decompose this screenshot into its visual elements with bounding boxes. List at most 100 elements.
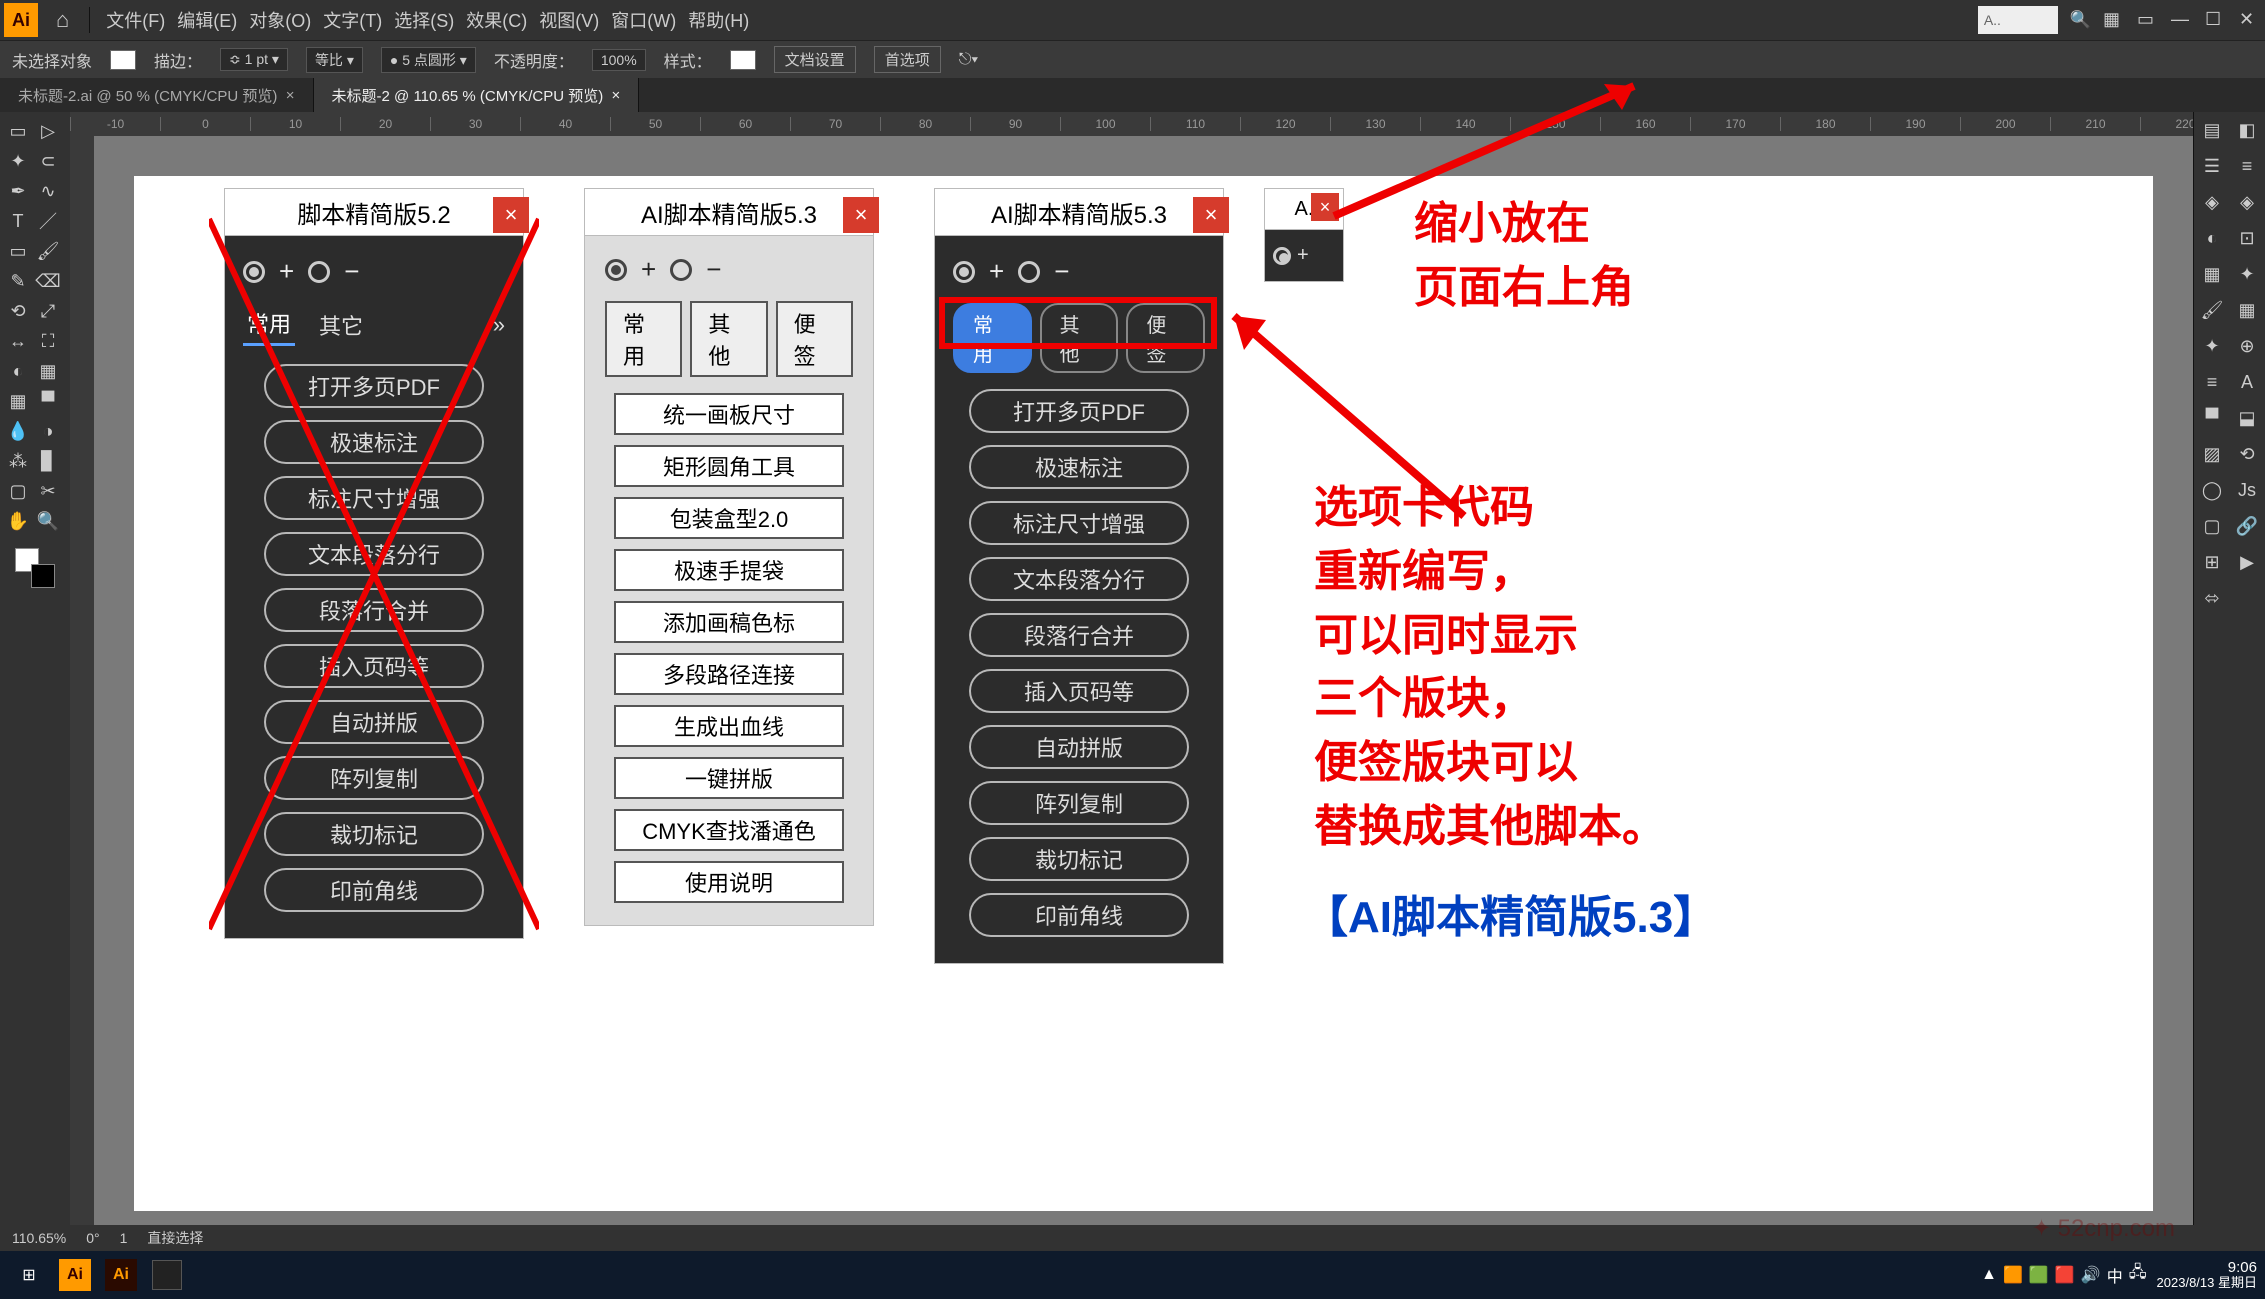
curvature-tool[interactable]: ∿ <box>33 176 63 206</box>
btn-unify-artboard[interactable]: 统一画板尺寸 <box>614 393 844 435</box>
graph-tool[interactable]: ▊ <box>33 446 63 476</box>
transparency-icon[interactable]: ▨ <box>2194 436 2230 472</box>
free-transform[interactable]: ⛶ <box>33 326 63 356</box>
close-icon[interactable]: ✕ <box>2239 9 2261 31</box>
panel53b-close[interactable]: × <box>1193 197 1229 233</box>
hand-tool[interactable]: ✋ <box>3 506 33 536</box>
artboard-tool[interactable]: ▢ <box>3 476 33 506</box>
fill-swatch[interactable] <box>110 50 136 70</box>
doc-setup-button[interactable]: 文档设置 <box>774 46 856 73</box>
menu-type[interactable]: 文字(T) <box>323 7 382 33</box>
direct-select-tool[interactable]: ▷ <box>33 116 63 146</box>
prefs-button[interactable]: 首选项 <box>874 46 941 73</box>
btn-color-bar[interactable]: 添加画稿色标 <box>614 601 844 643</box>
eyedropper-tool[interactable]: 💧 <box>3 416 33 446</box>
dock-icon-m[interactable]: ▶ <box>2229 544 2265 580</box>
radio-icon[interactable] <box>953 261 975 283</box>
btn-box-type[interactable]: 包装盒型2.0 <box>614 497 844 539</box>
dock-icon-g[interactable]: ⊕ <box>2229 328 2265 364</box>
shaper-tool[interactable]: ✎ <box>3 266 33 296</box>
gradient-tool[interactable]: ▀ <box>33 386 63 416</box>
dock-icon-b[interactable]: ≡ <box>2229 148 2265 184</box>
btn-quick-annotate[interactable]: 极速标注 <box>969 445 1189 489</box>
radio-icon[interactable] <box>1018 261 1040 283</box>
menu-window[interactable]: 窗口(W) <box>611 7 676 33</box>
home-icon[interactable]: ⌂ <box>56 7 69 33</box>
shape-builder[interactable]: ◐ <box>3 356 33 386</box>
tray-icon[interactable]: 🟥 <box>2055 1265 2075 1285</box>
search-icon[interactable]: 🔍 <box>2070 10 2091 30</box>
btn-dimension-enhance[interactable]: 标注尺寸增强 <box>969 501 1189 545</box>
scale-tool[interactable]: ⤢ <box>33 296 63 326</box>
btn-open-pdf[interactable]: 打开多页PDF <box>969 389 1189 433</box>
menu-file[interactable]: 文件(F) <box>106 7 165 33</box>
style-swatch[interactable] <box>730 50 756 70</box>
layers-icon[interactable]: ☰ <box>2194 148 2230 184</box>
tray-icon[interactable]: 🟩 <box>2029 1265 2049 1285</box>
dock-icon-j[interactable]: ⟲ <box>2229 436 2265 472</box>
btn-text-split[interactable]: 文本段落分行 <box>969 557 1189 601</box>
scale-mode[interactable]: 等比 ▾ <box>306 47 363 73</box>
dock-icon-f[interactable]: ▦ <box>2229 292 2265 328</box>
ime-indicator[interactable]: 中 <box>2107 1263 2123 1287</box>
width-tool[interactable]: ↔ <box>3 326 33 356</box>
align-icon[interactable]: ⎋▾ <box>959 51 978 69</box>
transform-panel-icon[interactable]: ⬄ <box>2194 580 2230 616</box>
slice-tool[interactable]: ✂ <box>33 476 63 506</box>
seg-other[interactable]: 其他 <box>690 301 767 377</box>
btn-path-join[interactable]: 多段路径连接 <box>614 653 844 695</box>
dock-icon-d[interactable]: ⊡ <box>2229 220 2265 256</box>
blend-tool[interactable]: ◑ <box>33 416 63 446</box>
zoom-level[interactable]: 110.65% <box>12 1230 66 1246</box>
doc-tab-1[interactable]: 未标题-2.ai @ 50 % (CMYK/CPU 预览) × <box>0 78 314 112</box>
btn-one-impose[interactable]: 一键拼版 <box>614 757 844 799</box>
dock-icon-l[interactable]: 🔗 <box>2229 508 2265 544</box>
libraries-icon[interactable]: ◈ <box>2194 184 2230 220</box>
radio-icon[interactable] <box>1273 247 1291 265</box>
canvas[interactable]: 脚本精简版5.2 × + − 常用 其它 » 打开多页PDF 极速标注 标注尺寸… <box>94 136 2193 1251</box>
selection-tool[interactable]: ▭ <box>3 116 33 146</box>
dock-icon-c[interactable]: ◈ <box>2229 184 2265 220</box>
menu-help[interactable]: 帮助(H) <box>688 7 749 33</box>
radio-icon[interactable] <box>670 259 692 281</box>
seg-note[interactable]: 便签 <box>776 301 853 377</box>
tray-icon[interactable]: 🔊 <box>2081 1265 2101 1285</box>
perspective-tool[interactable]: ▦ <box>33 356 63 386</box>
color-icon[interactable]: ◐ <box>2194 220 2230 256</box>
zoom-tool[interactable]: 🔍 <box>33 506 63 536</box>
btn-help[interactable]: 使用说明 <box>614 861 844 903</box>
stroke-panel-icon[interactable]: ≡ <box>2194 364 2230 400</box>
eraser-tool[interactable]: ⌫ <box>33 266 63 296</box>
brush-preset[interactable]: ● 5 点圆形 ▾ <box>381 47 476 73</box>
menu-select[interactable]: 选择(S) <box>394 7 454 33</box>
tray-icons[interactable]: ▲ 🟧 🟩 🟥 🔊 中 🖧 <box>1981 1261 2146 1288</box>
doc-tab-2[interactable]: 未标题-2 @ 110.65 % (CMYK/CPU 预览) × <box>314 78 640 112</box>
align-panel-icon[interactable]: ⊞ <box>2194 544 2230 580</box>
arrange-icon[interactable]: ▦ <box>2103 9 2125 31</box>
appearance-icon[interactable]: ◯ <box>2194 472 2230 508</box>
clock-time[interactable]: 9:06 <box>2157 1260 2257 1277</box>
magic-wand-tool[interactable]: ✦ <box>3 146 33 176</box>
menu-edit[interactable]: 编辑(E) <box>177 7 237 33</box>
radio-icon[interactable] <box>605 259 627 281</box>
btn-array-copy[interactable]: 阵列复制 <box>969 781 1189 825</box>
menu-view[interactable]: 视图(V) <box>539 7 599 33</box>
btn-crop-marks[interactable]: 裁切标记 <box>969 837 1189 881</box>
artboard-num[interactable]: 1 <box>120 1230 128 1246</box>
mesh-tool[interactable]: ▦ <box>3 386 33 416</box>
graphic-styles-icon[interactable]: ▢ <box>2194 508 2230 544</box>
rotate-angle[interactable]: 0° <box>86 1230 99 1246</box>
maximize-icon[interactable]: ☐ <box>2205 9 2227 31</box>
dock-icon-k[interactable]: Js <box>2229 472 2265 508</box>
tray-icon[interactable]: ▲ <box>1981 1266 1997 1284</box>
swatches-icon[interactable]: ▦ <box>2194 256 2230 292</box>
btn-para-merge[interactable]: 段落行合并 <box>969 613 1189 657</box>
seg-common[interactable]: 常用 <box>605 301 682 377</box>
rect-tool[interactable]: ▭ <box>3 236 33 266</box>
menubar-search[interactable]: A.. <box>1978 6 2058 34</box>
stroke-weight[interactable]: ≎ 1 pt ▾ <box>220 48 288 71</box>
lasso-tool[interactable]: ⊂ <box>33 146 63 176</box>
type-tool[interactable]: T <box>3 206 33 236</box>
pen-tool[interactable]: ✒ <box>3 176 33 206</box>
menu-object[interactable]: 对象(O) <box>249 7 311 33</box>
